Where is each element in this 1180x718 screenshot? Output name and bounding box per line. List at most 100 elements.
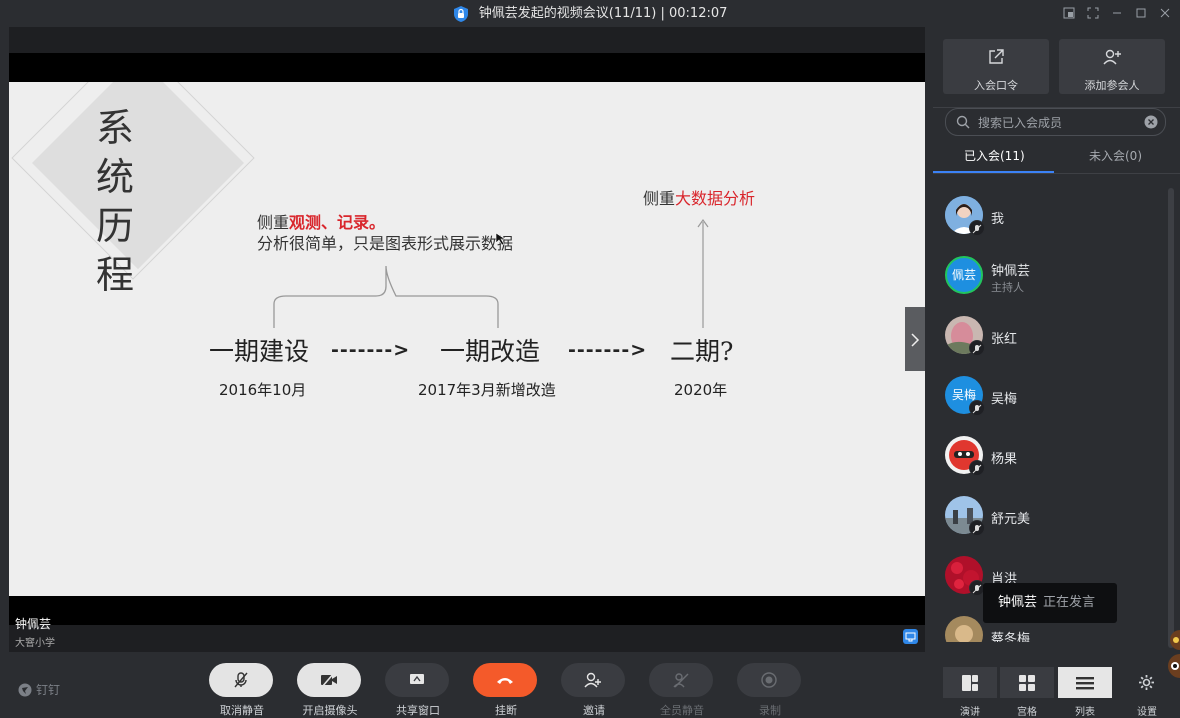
tab-divider <box>933 173 1180 174</box>
note-text: 侧重 <box>643 189 676 208</box>
screen-share-icon <box>903 629 918 644</box>
list-view-button[interactable] <box>1058 667 1112 698</box>
unmute-button[interactable] <box>209 663 273 697</box>
share-window-label: 共享窗口 <box>396 704 440 717</box>
add-participant-label: 添加参会人 <box>1084 79 1140 92</box>
speaker-layout-icon <box>962 674 978 691</box>
camera-off-icon <box>321 672 337 688</box>
note-text: 侧重 <box>257 213 290 232</box>
window-title-wrap: 钟佩芸发起的视频会议(11/11) | 00:12:07 <box>0 0 1180 27</box>
phase1-note: 侧重观测、记录。 分析很简单，只是图表形式展示数据 <box>257 212 513 254</box>
list-view-label: 列表 <box>1075 707 1095 718</box>
record-button[interactable] <box>737 663 801 697</box>
slide-title-char: 统 <box>95 155 134 199</box>
phase-label: 一期建设 <box>209 337 310 366</box>
letterbox-top <box>9 53 925 82</box>
hang-up-icon <box>497 678 513 684</box>
slide-title-char: 历 <box>95 204 134 248</box>
avatar: 佩芸 <box>945 256 983 294</box>
title-bar: 钟佩芸发起的视频会议(11/11) | 00:12:07 <box>0 0 1180 27</box>
fullscreen-icon[interactable] <box>1086 7 1100 21</box>
unmute-label: 取消静音 <box>220 704 264 717</box>
member-search-input[interactable] <box>976 113 1140 133</box>
gear-icon[interactable] <box>1138 674 1155 691</box>
add-participant-button[interactable]: 添加参会人 <box>1059 39 1165 94</box>
speaker-org: 大窨小学 <box>15 638 55 649</box>
note-highlight: 观测、记录。 <box>289 213 386 232</box>
close-icon[interactable] <box>1158 7 1172 21</box>
member-item[interactable]: 杨果 <box>945 436 1165 476</box>
mic-muted-icon <box>969 340 985 356</box>
maximize-icon[interactable] <box>1134 7 1148 21</box>
member-name: 张红 <box>991 332 1018 347</box>
speaking-status: 正在发言 <box>1043 595 1096 610</box>
mic-off-icon <box>234 672 248 688</box>
invite-label: 邀请 <box>583 704 605 717</box>
speaking-name: 钟佩芸 <box>998 595 1038 610</box>
mic-muted-icon <box>969 400 985 416</box>
hang-up-label: 挂断 <box>495 704 517 717</box>
record-label: 录制 <box>759 704 781 717</box>
chevron-right-icon <box>911 332 920 347</box>
floating-widget-icon[interactable] <box>1160 626 1180 680</box>
list-layout-icon <box>1076 676 1094 689</box>
avatar-initials: 佩芸 <box>951 268 976 282</box>
invite-button[interactable] <box>561 663 625 697</box>
add-user-icon <box>584 672 601 688</box>
member-name: 杨果 <box>991 452 1018 467</box>
tab-not-joined[interactable]: 未入会(0) <box>1089 147 1142 164</box>
mic-muted-icon <box>969 220 985 236</box>
slide-title-char: 系 <box>95 106 134 150</box>
phase-label: 二期? <box>670 337 734 366</box>
phase-label: 一期改造 <box>440 337 541 366</box>
note-text: 分析很简单，只是图表形式展示数据 <box>257 234 514 253</box>
external-link-icon <box>989 49 1004 64</box>
speaker-name: 钟佩芸 <box>15 617 52 631</box>
brand-logo: 钉钉 <box>18 681 60 698</box>
speaking-tooltip: 钟佩芸 正在发言 <box>983 583 1117 623</box>
phase2-note: 侧重大数据分析 <box>643 185 755 209</box>
join-code-button[interactable]: 入会口令 <box>943 39 1049 94</box>
mouse-cursor-icon <box>495 232 506 246</box>
member-item[interactable]: 舒元美 <box>945 496 1165 536</box>
window-title: 钟佩芸发起的视频会议(11/11) | 00:12:07 <box>478 6 728 21</box>
member-name: 吴梅 <box>991 392 1018 407</box>
search-icon <box>956 115 970 129</box>
picture-in-picture-icon[interactable] <box>1062 7 1076 21</box>
tab-joined[interactable]: 已入会(11) <box>964 147 1025 164</box>
member-role: 主持人 <box>991 281 1024 294</box>
member-item[interactable]: 佩芸 钟佩芸 主持人 <box>945 256 1165 296</box>
grid-view-label: 宫格 <box>1017 707 1037 718</box>
member-item[interactable]: 张红 <box>945 316 1165 356</box>
member-name: 钟佩芸 <box>991 264 1031 279</box>
grid-view-button[interactable] <box>1000 667 1054 698</box>
mic-muted-icon <box>969 460 985 476</box>
mic-muted-icon <box>969 520 985 536</box>
speaker-view-label: 演讲 <box>960 707 980 718</box>
start-camera-button[interactable] <box>297 663 361 697</box>
start-camera-label: 开启摄像头 <box>302 704 358 717</box>
shield-lock-icon <box>453 5 468 22</box>
arrow-label: -------> <box>331 339 411 361</box>
brace-shape <box>273 265 499 328</box>
member-name: 舒元美 <box>991 512 1031 527</box>
arrow-label: -------> <box>568 339 648 361</box>
mute-all-button[interactable] <box>649 663 713 697</box>
speaker-view-button[interactable] <box>943 667 997 698</box>
clear-icon[interactable] <box>1144 115 1158 129</box>
member-item[interactable]: 吴梅 吴梅 <box>945 376 1165 416</box>
share-window-button[interactable] <box>385 663 449 697</box>
phase-date: 2016年10月 <box>219 381 307 399</box>
letterbox-bottom <box>9 596 925 625</box>
avatar <box>945 616 983 642</box>
member-search-box[interactable] <box>945 108 1166 136</box>
window-controls <box>1062 0 1172 27</box>
slide-title-char: 程 <box>95 253 134 297</box>
note-highlight: 大数据分析 <box>675 189 756 208</box>
hang-up-button[interactable] <box>473 663 537 697</box>
member-item[interactable]: 我 <box>945 196 1165 236</box>
minimize-icon[interactable] <box>1110 7 1124 21</box>
member-list-scrollbar[interactable] <box>1168 188 1174 648</box>
next-page-button[interactable] <box>905 307 925 371</box>
mute-all-label: 全员静音 <box>660 704 704 717</box>
